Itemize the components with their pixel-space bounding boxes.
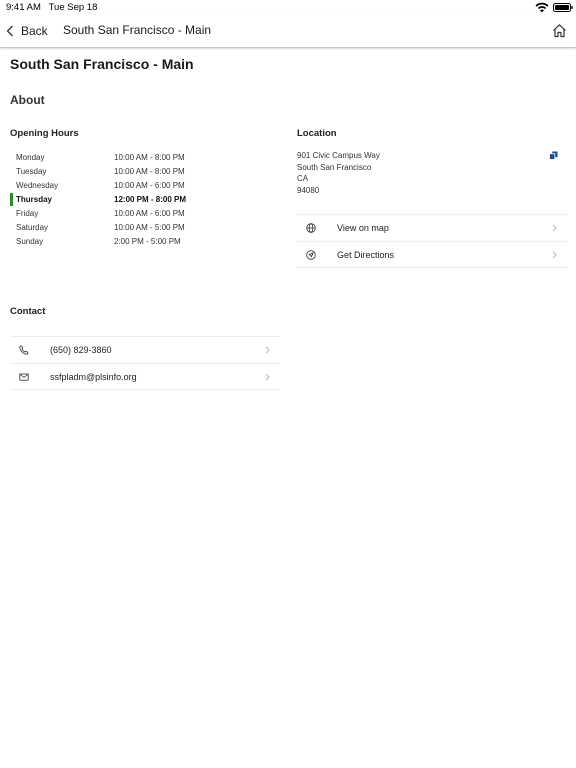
hours-time: 2:00 PM - 5:00 PM [114,237,181,246]
globe-icon [306,223,316,233]
hours-row-wednesday: Wednesday 10:00 AM - 6:00 PM [10,179,280,193]
phone-icon [19,345,29,355]
get-directions-row[interactable]: Get Directions [297,241,567,268]
hours-day: Monday [16,153,45,162]
today-marker [10,193,13,206]
battery-icon [553,3,573,12]
hours-time: 12:00 PM - 8:00 PM [114,195,187,204]
status-bar: 9:41 AM Tue Sep 18 [0,0,576,15]
nav-title: South San Francisco - Main [63,23,212,37]
address-line-zip: 94080 [297,186,320,196]
address-line-street: 901 Civic Campus Way [297,151,380,160]
opening-hours-heading: Opening Hours [10,128,79,139]
hours-day: Tuesday [16,167,47,176]
hours-day: Wednesday [16,181,59,190]
hours-time: 10:00 AM - 8:00 PM [114,153,185,162]
hours-time: 10:00 AM - 8:00 PM [114,167,185,176]
hours-row-thursday-today: Thursday 12:00 PM - 8:00 PM [10,193,280,207]
home-icon[interactable] [552,23,567,38]
hours-row-sunday: Sunday 2:00 PM - 5:00 PM [10,235,280,249]
page-title: South San Francisco - Main [10,56,194,72]
view-on-map-label: View on map [337,223,389,233]
hours-day: Friday [16,209,39,218]
chevron-right-icon [265,346,270,354]
email-label: ssfpladm@plsinfo.org [50,372,137,382]
about-heading: About [10,93,45,107]
hours-row-tuesday: Tuesday 10:00 AM - 8:00 PM [10,165,280,179]
view-on-map-row[interactable]: View on map [297,214,567,241]
address: 901 Civic Campus Way South San Francisco… [297,150,380,197]
opening-hours-list: Monday 10:00 AM - 8:00 PM Tuesday 10:00 … [10,151,280,249]
nav-bar: Back South San Francisco - Main [0,15,576,48]
hours-day: Thursday [16,195,53,204]
hours-day: Saturday [16,223,49,232]
contact-actions: (650) 829-3860 ssfpladm@plsinfo.org [10,336,280,390]
back-label: Back [21,24,48,38]
status-time: 9:41 AM Tue Sep 18 [6,2,98,13]
get-directions-label: Get Directions [337,250,395,260]
hours-time: 10:00 AM - 5:00 PM [114,223,185,232]
address-line-city: South San Francisco [297,162,372,172]
chevron-right-icon [552,251,557,259]
phone-label: (650) 829-3860 [50,345,112,355]
chevron-left-icon [6,25,13,37]
chevron-right-icon [552,224,557,232]
hours-row-saturday: Saturday 10:00 AM - 5:00 PM [10,221,280,235]
address-line-state: CA [297,174,309,184]
hours-time: 10:00 AM - 6:00 PM [114,181,185,190]
email-icon [19,373,29,381]
directions-icon [306,250,316,260]
hours-day: Sunday [16,237,44,246]
contact-heading: Contact [10,306,46,317]
location-actions: View on map Get Directions [297,214,567,268]
hours-time: 10:00 AM - 6:00 PM [114,209,185,218]
wifi-icon [535,2,549,13]
copy-icon[interactable] [549,151,558,160]
phone-row[interactable]: (650) 829-3860 [10,336,280,363]
back-button[interactable]: Back [6,22,48,40]
location-heading: Location [297,128,337,139]
chevron-right-icon [265,373,270,381]
email-row[interactable]: ssfpladm@plsinfo.org [10,363,280,390]
hours-row-monday: Monday 10:00 AM - 8:00 PM [10,151,280,165]
hours-row-friday: Friday 10:00 AM - 6:00 PM [10,207,280,221]
